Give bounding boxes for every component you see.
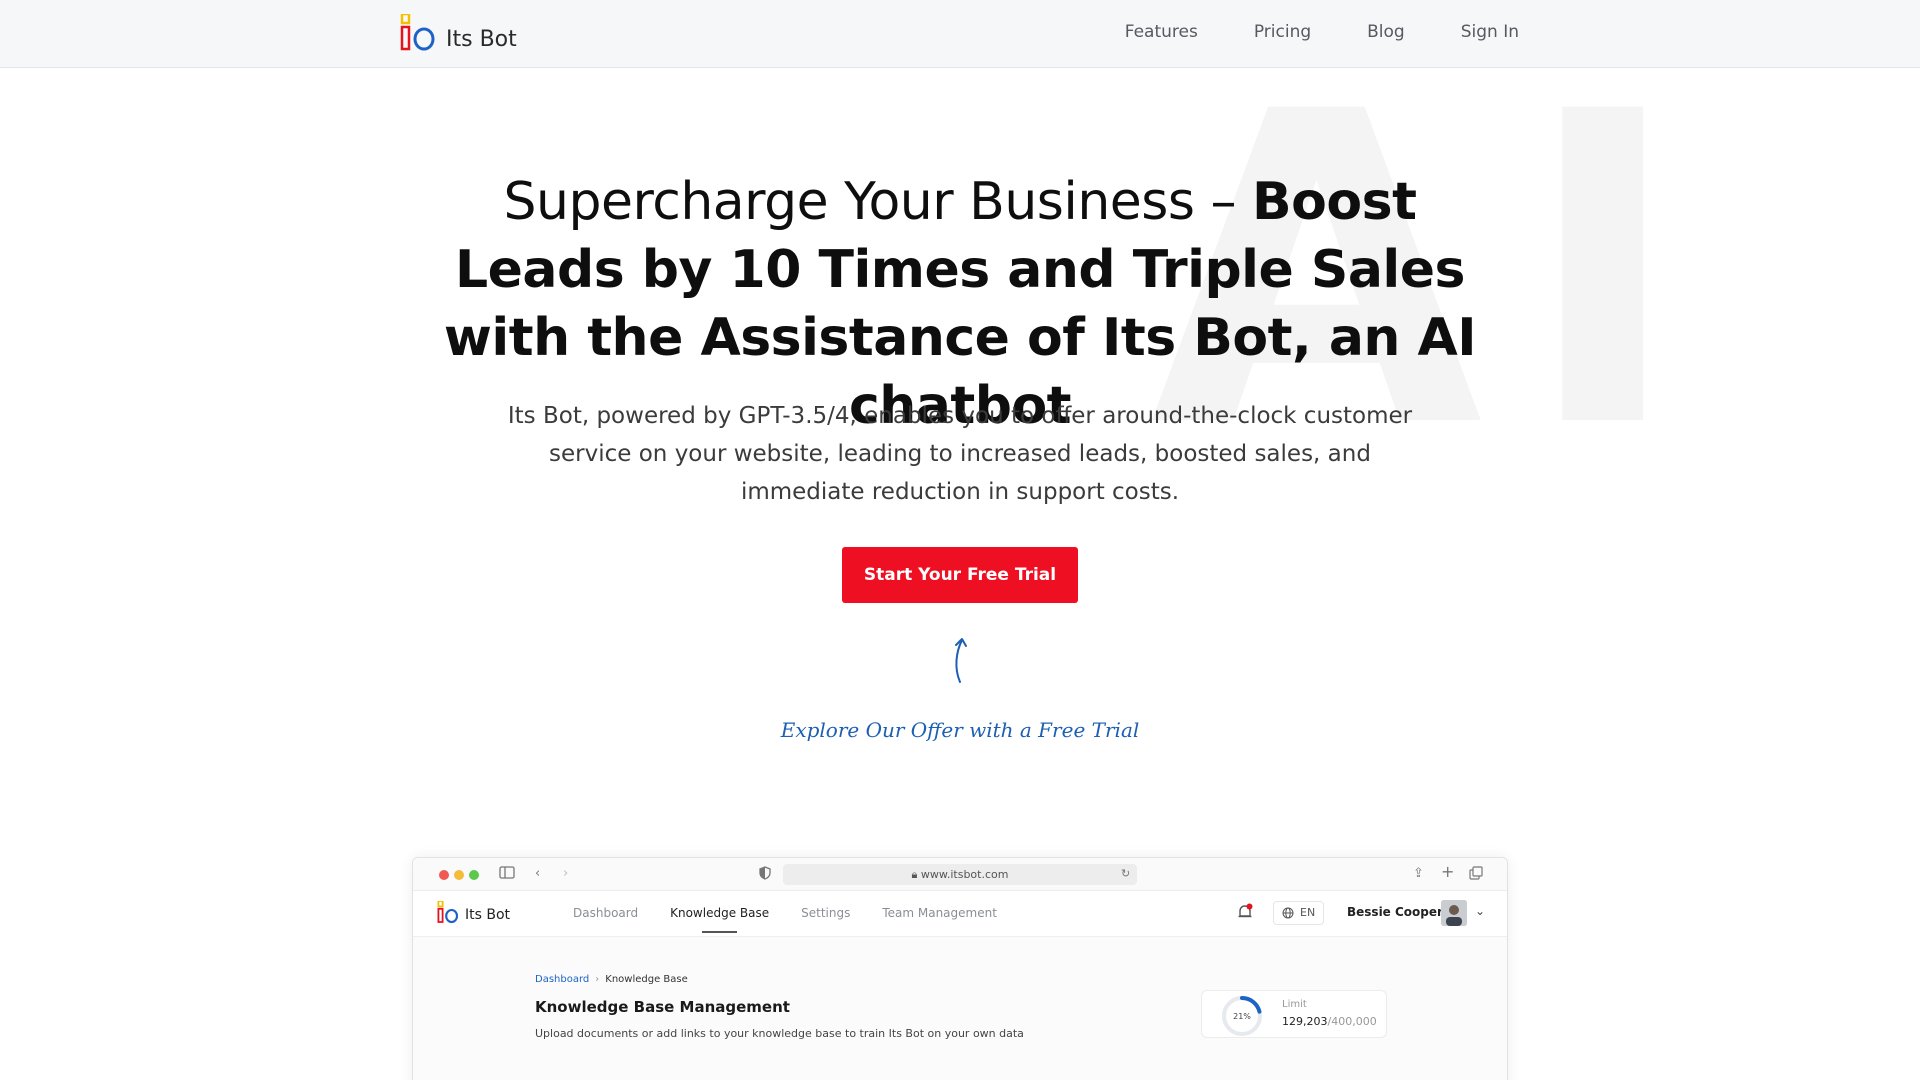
app-tabs: Dashboard Knowledge Base Settings Team M…: [573, 906, 997, 933]
brand[interactable]: Its Bot: [400, 14, 517, 54]
share-icon[interactable]: ⇪: [1413, 866, 1424, 882]
reload-icon[interactable]: ↻: [1121, 866, 1130, 882]
url-text: www.itsbot.com: [920, 868, 1009, 881]
tab-knowledge-base[interactable]: Knowledge Base: [670, 906, 769, 933]
plus-icon[interactable]: +: [1441, 864, 1454, 880]
page-title: Knowledge Base Management: [535, 998, 790, 1016]
breadcrumb-current: Knowledge Base: [605, 974, 688, 985]
language-selector[interactable]: EN: [1273, 901, 1325, 925]
forward-icon[interactable]: ›: [563, 866, 568, 882]
tabs-icon[interactable]: [1469, 866, 1483, 880]
tab-dashboard[interactable]: Dashboard: [573, 906, 638, 920]
app-brand[interactable]: Its Bot: [437, 901, 510, 925]
user-name[interactable]: Bessie Cooper: [1347, 905, 1443, 919]
breadcrumb-separator-icon: ›: [595, 974, 600, 985]
app-brand-name: Its Bot: [465, 907, 511, 923]
page-description: Upload documents or add links to your kn…: [535, 1027, 1024, 1040]
usage-percent-text: 21%: [1233, 1012, 1251, 1021]
limit-used: 129,203: [1282, 1015, 1328, 1028]
start-free-trial-button[interactable]: Start Your Free Trial: [842, 547, 1078, 603]
minimize-dot[interactable]: [454, 870, 464, 880]
hero-title-light: Supercharge Your Business –: [503, 172, 1253, 232]
breadcrumb-dashboard[interactable]: Dashboard: [535, 974, 589, 985]
usage-limit-card: 21% Limit 129,203/400,000: [1201, 990, 1387, 1038]
tab-team-management[interactable]: Team Management: [882, 906, 997, 920]
back-icon[interactable]: ‹: [535, 866, 540, 882]
usage-progress-ring: 21%: [1222, 996, 1262, 1036]
lock-icon: 🔒︎: [911, 868, 918, 881]
arrow-up-icon: [955, 638, 967, 683]
logo-icon: [437, 901, 459, 924]
close-dot[interactable]: [439, 870, 449, 880]
app-header: Its Bot Dashboard Knowledge Base Setting…: [413, 891, 1507, 937]
hero-subtitle: Its Bot, powered by GPT-3.5/4, enables y…: [507, 403, 1413, 505]
brand-name: Its Bot: [446, 26, 517, 52]
avatar[interactable]: [1441, 900, 1467, 926]
knowledge-base-content: Dashboard › Knowledge Base Knowledge Bas…: [413, 937, 1507, 1080]
maximize-dot[interactable]: [469, 870, 479, 880]
sidebar-icon[interactable]: [499, 866, 515, 879]
breadcrumb: Dashboard › Knowledge Base: [535, 974, 688, 985]
browser-chrome: ‹ › 🔒︎ www.itsbot.com ↻ ⇪ +: [413, 858, 1507, 891]
logo-icon: [400, 14, 435, 51]
tab-settings[interactable]: Settings: [801, 906, 850, 920]
shield-icon: [759, 866, 771, 880]
app-preview-window: ‹ › 🔒︎ www.itsbot.com ↻ ⇪ + Its Bot Dash…: [412, 857, 1508, 1080]
chevron-down-icon[interactable]: ⌄: [1475, 904, 1485, 918]
language-code: EN: [1300, 906, 1316, 919]
address-bar[interactable]: 🔒︎ www.itsbot.com: [783, 864, 1137, 885]
limit-value: 129,203/400,000: [1282, 1015, 1377, 1028]
limit-label: Limit: [1282, 999, 1307, 1010]
limit-total: /400,000: [1327, 1015, 1377, 1028]
bell-icon[interactable]: [1237, 903, 1253, 921]
globe-icon: [1282, 907, 1294, 919]
explore-offer-text: Explore Our Offer with a Free Trial: [780, 718, 1140, 742]
